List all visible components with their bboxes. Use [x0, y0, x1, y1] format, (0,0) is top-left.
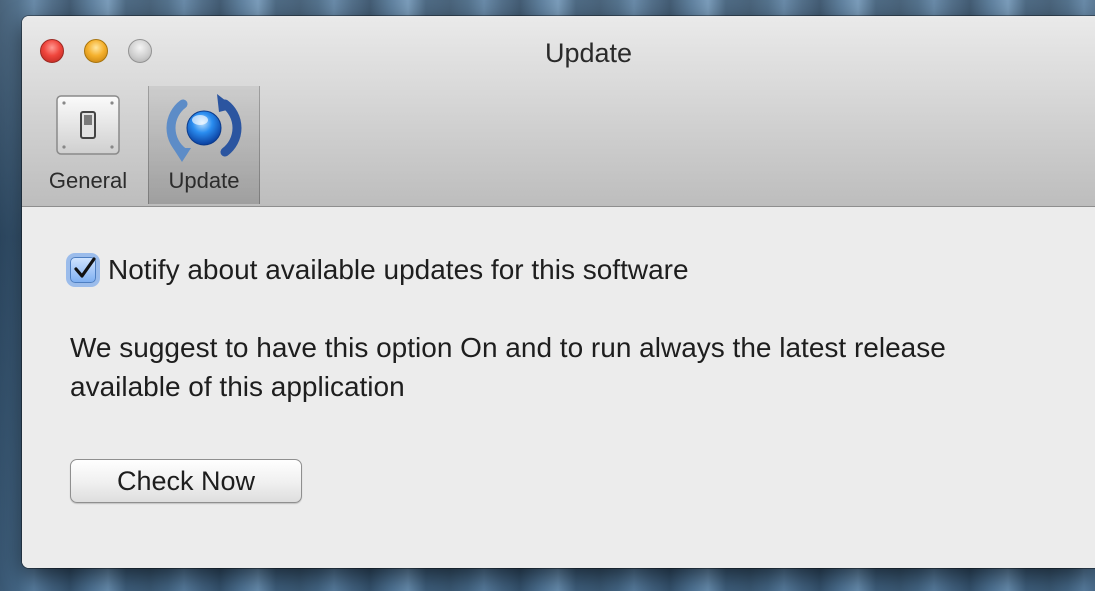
toolbar-item-general[interactable]: General — [36, 86, 140, 204]
window-title: Update — [544, 38, 633, 68]
refresh-arrows-icon — [163, 90, 245, 172]
toolbar-item-label: Update — [168, 168, 240, 193]
update-recommendation-text: We suggest to have this option On and to… — [70, 332, 946, 402]
unified-toolbar: Update General Update — [22, 16, 1095, 207]
notify-updates-checkbox[interactable] — [70, 257, 96, 283]
notify-updates-label[interactable]: Notify about available updates for this … — [108, 254, 689, 286]
check-now-button[interactable]: Check Now — [70, 459, 302, 503]
update-preferences-pane: Notify about available updates for this … — [22, 207, 1095, 568]
notify-updates-row[interactable]: Notify about available updates for this … — [70, 254, 689, 286]
checkmark-icon — [74, 257, 96, 278]
toggle-switch-icon — [52, 90, 124, 166]
preferences-window: Update General Update Notify about avail… — [22, 16, 1095, 568]
toolbar-item-update[interactable]: Update — [148, 86, 260, 204]
toolbar-item-label: General — [48, 168, 128, 193]
